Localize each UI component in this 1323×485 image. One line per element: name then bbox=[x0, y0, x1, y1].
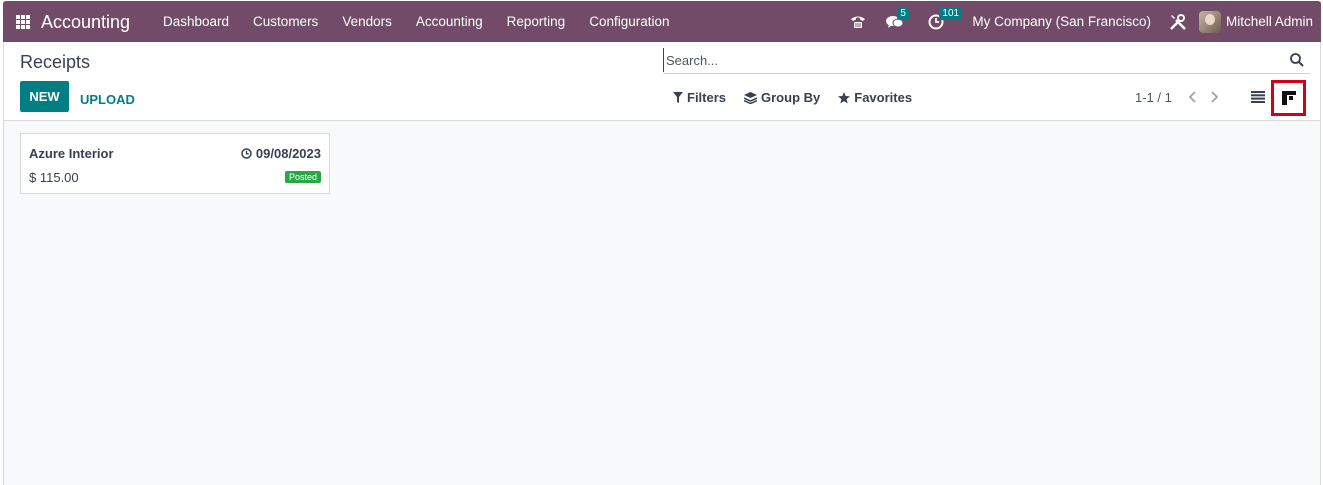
pager-previous-icon[interactable] bbox=[1188, 91, 1198, 106]
menu-item-dashboard[interactable]: Dashboard bbox=[151, 14, 241, 29]
navbar-systray: 5 101 My Company (San Francisco) Mitchel… bbox=[840, 1, 1313, 42]
layers-icon bbox=[744, 91, 758, 104]
search-options: Filters Group By Favorites bbox=[673, 90, 930, 105]
search-icon[interactable] bbox=[1290, 53, 1304, 70]
card-date: 09/08/2023 bbox=[241, 146, 321, 161]
kanban-view-icon bbox=[1281, 91, 1296, 105]
messages-badge: 5 bbox=[897, 7, 909, 20]
control-panel: Receipts NEW UPLOAD Filters Group By Fav… bbox=[4, 42, 1320, 121]
search-input[interactable] bbox=[663, 48, 1263, 72]
app-title[interactable]: Accounting bbox=[41, 12, 130, 33]
menu-item-customers[interactable]: Customers bbox=[241, 14, 330, 29]
clock-icon bbox=[241, 148, 252, 159]
card-date-value: 09/08/2023 bbox=[255, 146, 321, 161]
receipt-card[interactable]: Azure Interior 09/08/2023 $ 115.00 Poste… bbox=[20, 133, 330, 194]
activities-clock-icon[interactable]: 101 bbox=[928, 7, 963, 30]
upload-button[interactable]: UPLOAD bbox=[80, 92, 135, 107]
user-menu[interactable]: Mitchell Admin bbox=[1226, 14, 1313, 29]
list-view-icon[interactable] bbox=[1251, 91, 1265, 106]
apps-grid-icon[interactable] bbox=[16, 15, 30, 29]
filters-button[interactable]: Filters bbox=[673, 90, 726, 105]
user-avatar[interactable] bbox=[1198, 10, 1221, 33]
pager-next-icon[interactable] bbox=[1209, 91, 1219, 106]
kanban-view-button[interactable] bbox=[1271, 80, 1306, 116]
company-switcher[interactable]: My Company (San Francisco) bbox=[972, 14, 1151, 29]
groupby-label: Group By bbox=[761, 90, 821, 105]
menu-item-configuration[interactable]: Configuration bbox=[577, 14, 681, 29]
card-partner: Azure Interior bbox=[29, 146, 114, 161]
star-icon bbox=[838, 91, 851, 103]
pager-value[interactable]: 1-1 / 1 bbox=[1135, 90, 1172, 105]
menu-item-reporting[interactable]: Reporting bbox=[495, 14, 578, 29]
page-title: Receipts bbox=[20, 52, 91, 72]
activities-badge: 101 bbox=[939, 7, 963, 20]
status-badge: Posted bbox=[284, 171, 321, 183]
menu-item-vendors[interactable]: Vendors bbox=[330, 14, 404, 29]
tools-icon[interactable] bbox=[1169, 13, 1187, 31]
filter-icon bbox=[673, 92, 683, 103]
new-button[interactable]: NEW bbox=[20, 81, 69, 112]
phone-icon[interactable] bbox=[850, 14, 866, 30]
favorites-button[interactable]: Favorites bbox=[838, 90, 912, 105]
filters-label: Filters bbox=[687, 90, 727, 105]
menu-item-accounting[interactable]: Accounting bbox=[404, 14, 495, 29]
card-amount: $ 115.00 bbox=[29, 170, 79, 185]
messages-icon[interactable]: 5 bbox=[886, 7, 909, 30]
main-menu: Dashboard Customers Vendors Accounting R… bbox=[151, 1, 682, 42]
search-bar bbox=[663, 48, 1310, 74]
groupby-button[interactable]: Group By bbox=[744, 90, 820, 105]
favorites-label: Favorites bbox=[854, 90, 913, 105]
top-navbar: Accounting Dashboard Customers Vendors A… bbox=[3, 1, 1321, 42]
